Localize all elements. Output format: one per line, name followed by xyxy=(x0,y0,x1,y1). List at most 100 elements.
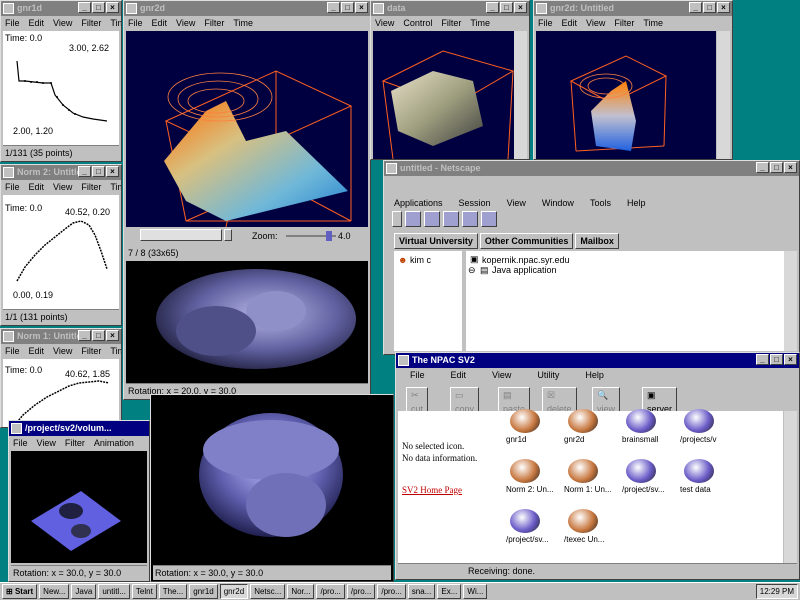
gnr2d-titlebar[interactable]: gnr2d _ □ × xyxy=(124,1,370,16)
host-name[interactable]: kopernik.npac.syr.edu xyxy=(482,255,570,265)
frame-slider[interactable] xyxy=(140,229,222,241)
minimize-button[interactable]: _ xyxy=(327,2,340,13)
toolbar-zoom-icon[interactable] xyxy=(443,211,459,227)
menu-view[interactable]: View xyxy=(37,436,56,450)
menu-view[interactable]: View xyxy=(53,16,72,30)
menu-help[interactable]: Help xyxy=(585,368,604,382)
close-button[interactable]: × xyxy=(784,162,797,173)
menu-filter[interactable]: Filter xyxy=(81,344,101,358)
data-object-label[interactable]: /texec Un... xyxy=(564,535,604,544)
close-button[interactable]: × xyxy=(355,2,368,13)
minimize-button[interactable]: _ xyxy=(78,330,91,341)
norm2-titlebar[interactable]: Norm 2: Untitled _ □ × xyxy=(1,165,121,180)
norm1-titlebar[interactable]: Norm 1: Untitled _ □ × xyxy=(1,329,121,344)
data-object-icon[interactable] xyxy=(510,459,540,483)
menu-edit[interactable]: Edit xyxy=(562,16,578,30)
data-object-icon[interactable] xyxy=(568,509,598,533)
taskbar-button[interactable]: untitl... xyxy=(98,584,130,599)
menu-time[interactable]: Time xyxy=(470,16,490,30)
taskbar-button[interactable]: /pro... xyxy=(316,584,345,599)
data-render-view[interactable] xyxy=(373,31,515,159)
taskbar-button[interactable]: Java xyxy=(71,584,97,599)
menu-file[interactable]: File xyxy=(128,16,143,30)
menu-view[interactable]: View xyxy=(53,344,72,358)
menu-file[interactable]: File xyxy=(5,16,20,30)
data-object-icon[interactable] xyxy=(626,459,656,483)
menu-tools[interactable]: Tools xyxy=(590,196,611,210)
maximize-button[interactable]: □ xyxy=(770,354,783,365)
data-object-label[interactable]: /project/sv... xyxy=(622,485,665,494)
app-name[interactable]: Java application xyxy=(492,265,557,275)
menu-filter[interactable]: Filter xyxy=(81,180,101,194)
toolbar-settings-icon[interactable] xyxy=(462,211,478,227)
menu-time[interactable]: Time xyxy=(110,344,121,358)
data-object-label[interactable]: Norm 1: Un... xyxy=(564,485,612,494)
taskbar-button[interactable]: The... xyxy=(158,584,188,599)
maximize-button[interactable]: □ xyxy=(92,330,105,341)
start-button[interactable]: ⊞ Start xyxy=(2,584,38,599)
data-object-icon[interactable] xyxy=(626,409,656,433)
gnr2d-copy-titlebar[interactable]: gnr2d: Untitled _ □ × xyxy=(534,1,732,16)
minimize-button[interactable]: _ xyxy=(486,2,499,13)
taskbar-button[interactable]: gnr1d xyxy=(189,584,218,599)
gnr2d-copy-scrollbar[interactable] xyxy=(717,31,730,159)
menu-file[interactable]: File xyxy=(13,436,28,450)
menu-file[interactable]: File xyxy=(5,344,20,358)
volume-render-view[interactable] xyxy=(126,261,368,383)
menu-edit[interactable]: Edit xyxy=(29,16,45,30)
menu-filter[interactable]: Filter xyxy=(65,436,85,450)
menu-filter[interactable]: Filter xyxy=(81,16,101,30)
taskbar-button[interactable]: Telnt xyxy=(131,584,157,599)
gnr1d-titlebar[interactable]: gnr1d _ □ × xyxy=(1,1,121,16)
menu-time[interactable]: Time xyxy=(110,180,121,194)
close-button[interactable]: × xyxy=(717,2,730,13)
menu-edit[interactable]: Edit xyxy=(451,368,467,382)
menu-view[interactable]: View xyxy=(586,16,605,30)
menu-file[interactable]: File xyxy=(410,368,425,382)
menu-session[interactable]: Session xyxy=(459,196,491,210)
tab-mailbox[interactable]: Mailbox xyxy=(575,233,619,249)
volume-titlebar[interactable]: /project/sv2/volum... xyxy=(9,421,149,436)
menu-edit[interactable]: Edit xyxy=(152,16,168,30)
tab-other-communities[interactable]: Other Communities xyxy=(479,233,574,249)
close-button[interactable]: × xyxy=(784,354,797,365)
close-button[interactable]: × xyxy=(106,330,119,341)
menu-utility[interactable]: Utility xyxy=(537,368,559,382)
menu-time[interactable]: Time xyxy=(643,16,663,30)
minimize-button[interactable]: _ xyxy=(78,2,91,13)
data-object-label[interactable]: /project/sv... xyxy=(506,535,549,544)
user-name[interactable]: kim c xyxy=(410,255,431,265)
menu-applications[interactable]: Applications xyxy=(394,196,443,210)
data-object-label[interactable]: gnr1d xyxy=(506,435,526,444)
minimize-button[interactable]: _ xyxy=(756,162,769,173)
maximize-button[interactable]: □ xyxy=(770,162,783,173)
minimize-button[interactable]: _ xyxy=(689,2,702,13)
menu-help[interactable]: Help xyxy=(627,196,646,210)
data-object-icon[interactable] xyxy=(510,509,540,533)
taskbar-button[interactable]: Wi... xyxy=(463,584,488,599)
data-object-icon[interactable] xyxy=(568,459,598,483)
data-object-label[interactable]: /projects/v xyxy=(680,435,716,444)
maximize-button[interactable]: □ xyxy=(92,166,105,177)
menu-animation[interactable]: Animation xyxy=(94,436,134,450)
menu-time[interactable]: Time xyxy=(110,16,121,30)
data-titlebar[interactable]: data _ □ × xyxy=(371,1,529,16)
menu-filter[interactable]: Filter xyxy=(441,16,461,30)
volume-view[interactable] xyxy=(11,451,147,563)
close-button[interactable]: × xyxy=(514,2,527,13)
data-scrollbar[interactable] xyxy=(514,31,527,159)
close-button[interactable]: × xyxy=(106,166,119,177)
maximize-button[interactable]: □ xyxy=(92,2,105,13)
menu-view[interactable]: View xyxy=(375,16,394,30)
menu-file[interactable]: File xyxy=(5,180,20,194)
taskbar-button[interactable]: /pro... xyxy=(377,584,406,599)
maximize-button[interactable]: □ xyxy=(703,2,716,13)
toolbar-search-icon[interactable] xyxy=(424,211,440,227)
menu-filter[interactable]: Filter xyxy=(614,16,634,30)
surface-plot-view[interactable] xyxy=(126,31,368,228)
toolbar-monitor-icon[interactable] xyxy=(405,211,421,227)
menu-view[interactable]: View xyxy=(492,368,511,382)
gnr2d-copy-view[interactable] xyxy=(536,31,716,159)
tab-virtual-university[interactable]: Virtual University xyxy=(394,233,478,249)
zoom-slider-thumb[interactable] xyxy=(326,231,332,241)
